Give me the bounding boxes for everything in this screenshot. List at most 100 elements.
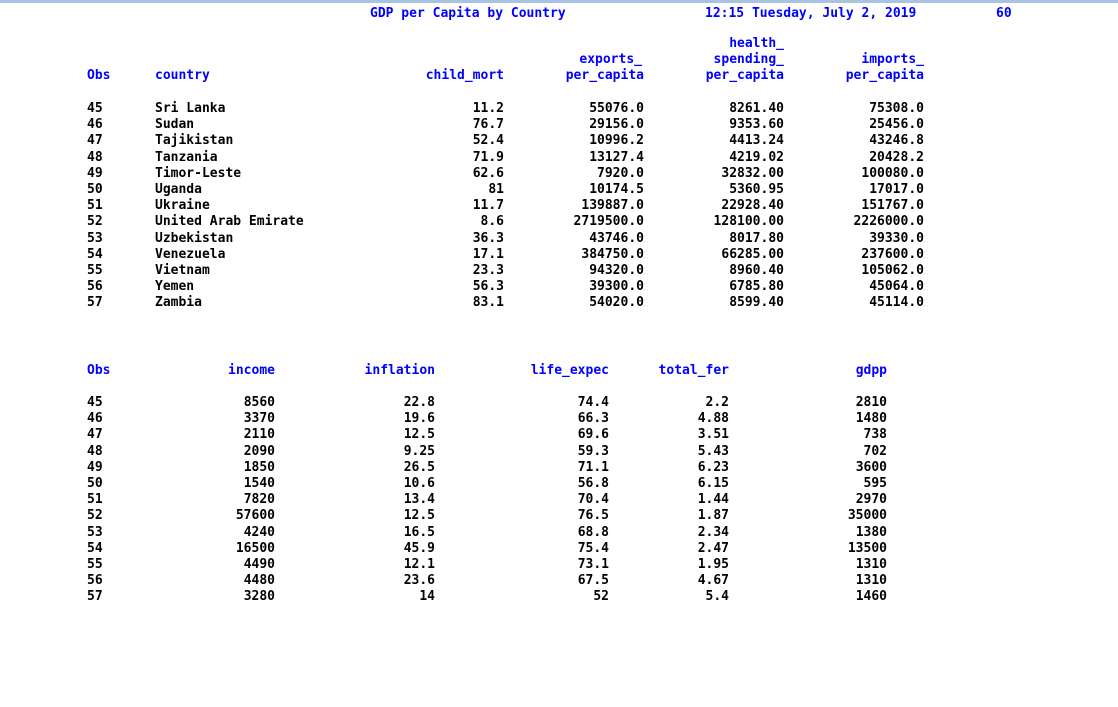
cell-obs: 53	[87, 524, 103, 540]
cell-obs: 57	[87, 295, 103, 311]
cell-total-fer: 1.95	[697, 557, 729, 572]
report-page-number: 60	[996, 6, 1012, 21]
cell-total-fer: 2.47	[697, 540, 729, 556]
cell-obs: 54	[87, 246, 103, 262]
cell-obs: 56	[87, 279, 103, 295]
cell-country: Uganda	[155, 182, 202, 197]
cell-income: 4480	[243, 573, 275, 589]
cell-child-mort: 17.1	[472, 246, 504, 262]
cell-income: 2110	[243, 427, 275, 443]
cell-income: 4240	[243, 524, 275, 540]
t2-header-obs: Obs	[87, 363, 111, 378]
cell-imports-per-capita: 45114.0	[869, 295, 924, 311]
cell-inflation: 22.8	[403, 395, 435, 410]
cell-obs: 47	[87, 133, 103, 149]
cell-life-expec: 67.5	[577, 573, 609, 589]
cell-exports-per-capita: 139887.0	[581, 198, 644, 214]
cell-exports-per-capita: 29156.0	[589, 117, 644, 133]
cell-health-spending-per-capita: 6785.80	[729, 279, 784, 295]
cell-total-fer: 6.23	[697, 459, 729, 475]
cell-imports-per-capita: 100080.0	[861, 165, 924, 181]
cell-obs: 57	[87, 589, 103, 605]
cell-imports-per-capita: 43246.8	[869, 133, 924, 149]
cell-health-spending-per-capita: 4219.02	[729, 149, 784, 165]
cell-gdpp: 2810	[855, 395, 887, 410]
report-datetime: 12:15 Tuesday, July 2, 2019	[705, 6, 917, 21]
cell-life-expec: 59.3	[577, 443, 609, 459]
cell-country: Venezuela	[155, 246, 226, 262]
cell-life-expec: 56.8	[577, 476, 609, 491]
cell-country: United Arab Emirate	[155, 214, 304, 230]
cell-child-mort: 62.6	[472, 165, 504, 181]
cell-obs: 48	[87, 149, 103, 165]
cell-child-mort: 56.3	[472, 279, 504, 295]
cell-exports-per-capita: 7920.0	[597, 165, 644, 181]
cell-gdpp: 13500	[847, 540, 887, 556]
cell-imports-per-capita: 39330.0	[869, 230, 924, 246]
cell-obs: 52	[87, 214, 103, 230]
cell-life-expec: 69.6	[577, 427, 609, 443]
cell-imports-per-capita: 25456.0	[869, 117, 924, 133]
cell-obs: 47	[87, 427, 103, 443]
cell-health-spending-per-capita: 4413.24	[729, 133, 784, 149]
cell-obs: 51	[87, 492, 103, 508]
cell-obs: 46	[87, 411, 103, 427]
cell-child-mort: 8.6	[480, 214, 504, 230]
cell-inflation: 16.5	[403, 524, 435, 540]
t2-header-gdpp: gdpp	[855, 363, 887, 378]
cell-income: 57600	[235, 508, 275, 524]
cell-life-expec: 70.4	[577, 492, 609, 508]
cell-country: Tanzania	[155, 149, 218, 165]
cell-life-expec: 68.8	[577, 524, 609, 540]
cell-gdpp: 1380	[855, 524, 887, 540]
cell-total-fer: 4.67	[697, 573, 729, 589]
t1-header-imports-line2: per_capita	[845, 68, 924, 83]
t1-header-child-mort: child_mort	[425, 68, 504, 83]
report-title: GDP per Capita by Country	[370, 6, 566, 21]
cell-child-mort: 76.7	[472, 117, 504, 133]
cell-obs: 49	[87, 165, 103, 181]
cell-obs: 45	[87, 395, 103, 410]
cell-total-fer: 1.44	[697, 492, 729, 508]
cell-imports-per-capita: 151767.0	[861, 198, 924, 214]
t1-header-exports-line2: per_capita	[565, 68, 644, 83]
t1-header-country: country	[155, 68, 210, 83]
cell-gdpp: 1460	[855, 589, 887, 605]
cell-gdpp: 738	[863, 427, 887, 443]
cell-imports-per-capita: 105062.0	[861, 263, 924, 278]
cell-inflation: 26.5	[403, 459, 435, 475]
cell-gdpp: 1480	[855, 411, 887, 427]
cell-country: Vietnam	[155, 263, 210, 278]
cell-total-fer: 2.34	[697, 524, 729, 540]
cell-health-spending-per-capita: 128100.00	[713, 214, 784, 230]
cell-country: Tajikistan	[155, 133, 234, 149]
cell-inflation: 12.5	[403, 427, 435, 443]
cell-health-spending-per-capita: 5360.95	[729, 182, 784, 197]
cell-health-spending-per-capita: 66285.00	[721, 246, 784, 262]
cell-exports-per-capita: 39300.0	[589, 279, 644, 295]
cell-country: Timor-Leste	[155, 165, 242, 181]
cell-child-mort: 83.1	[472, 295, 504, 311]
t2-header-total-fer: total_fer	[658, 363, 729, 378]
t2-header-inflation: inflation	[364, 363, 435, 378]
cell-life-expec: 52	[593, 589, 609, 605]
cell-total-fer: 3.51	[697, 427, 729, 443]
cell-obs: 55	[87, 263, 103, 278]
cell-obs: 49	[87, 459, 103, 475]
cell-life-expec: 73.1	[577, 557, 609, 572]
cell-obs: 53	[87, 230, 103, 246]
cell-income: 1540	[243, 476, 275, 491]
cell-inflation: 12.5	[403, 508, 435, 524]
cell-imports-per-capita: 20428.2	[869, 149, 924, 165]
cell-child-mort: 36.3	[472, 230, 504, 246]
window-top-border	[0, 0, 1118, 3]
cell-health-spending-per-capita: 8017.80	[729, 230, 784, 246]
cell-imports-per-capita: 45064.0	[869, 279, 924, 295]
cell-gdpp: 1310	[855, 573, 887, 589]
cell-country: Uzbekistan	[155, 230, 234, 246]
cell-gdpp: 35000	[847, 508, 887, 524]
cell-inflation: 45.9	[403, 540, 435, 556]
cell-income: 7820	[243, 492, 275, 508]
cell-total-fer: 4.88	[697, 411, 729, 427]
cell-obs: 45	[87, 101, 103, 116]
